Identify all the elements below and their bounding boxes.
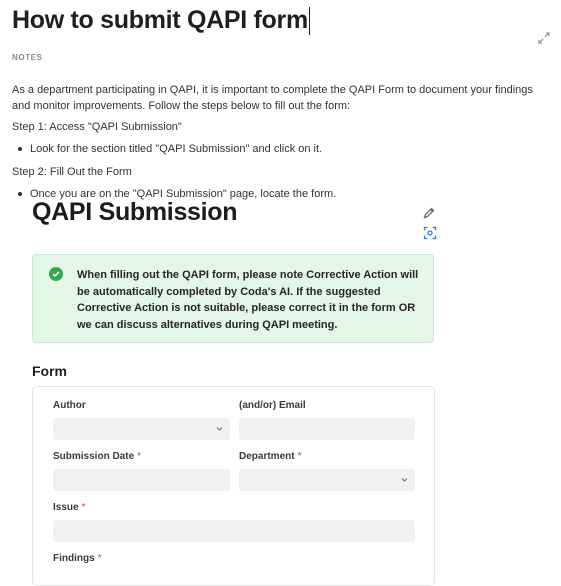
screen-capture-icon[interactable] <box>423 226 437 240</box>
page-title[interactable]: How to submit QAPI form <box>12 6 310 35</box>
intro-paragraph: As a department participating in QAPI, i… <box>12 84 533 112</box>
email-label: (and/or) Email <box>239 400 306 411</box>
required-marker: * <box>97 553 102 564</box>
form-card: Author (and/or) Email Submission Date * D… <box>32 386 435 586</box>
pencil-icon[interactable] <box>422 206 436 220</box>
email-input[interactable] <box>239 418 415 440</box>
required-marker: * <box>297 451 302 462</box>
required-marker: * <box>81 502 86 513</box>
bullet-dot <box>18 192 22 196</box>
issue-label: Issue * <box>53 502 86 513</box>
form-heading: Form <box>32 363 67 379</box>
chevron-down-icon <box>216 427 223 431</box>
step-1-bullet-text: Look for the section titled "QAPI Submis… <box>30 143 323 155</box>
step-1-heading: Step 1: Access "QAPI Submission" <box>12 121 182 133</box>
page-title-text: How to submit QAPI form <box>12 6 308 34</box>
info-callout: When filling out the QAPI form, please n… <box>32 254 434 343</box>
department-select[interactable] <box>239 469 415 491</box>
callout-text: When filling out the QAPI form, please n… <box>77 269 419 331</box>
text-caret <box>308 6 310 35</box>
bullet-dot <box>18 147 22 151</box>
chevron-down-icon <box>401 478 408 482</box>
embed-title: QAPI Submission <box>32 198 238 226</box>
check-circle-icon <box>49 267 63 281</box>
author-label: Author <box>53 400 86 411</box>
step-2-heading: Step 2: Fill Out the Form <box>12 166 132 178</box>
expand-icon[interactable] <box>536 30 552 46</box>
step-1-bullet: Look for the section titled "QAPI Submis… <box>18 143 322 155</box>
author-select[interactable] <box>53 418 230 440</box>
required-marker: * <box>137 451 142 462</box>
submission-date-input[interactable] <box>53 469 230 491</box>
submission-date-label: Submission Date * <box>53 451 142 462</box>
findings-label: Findings * <box>53 553 102 564</box>
issue-input[interactable] <box>53 520 415 542</box>
notes-label: NOTES <box>12 53 43 62</box>
department-label: Department * <box>239 451 302 462</box>
